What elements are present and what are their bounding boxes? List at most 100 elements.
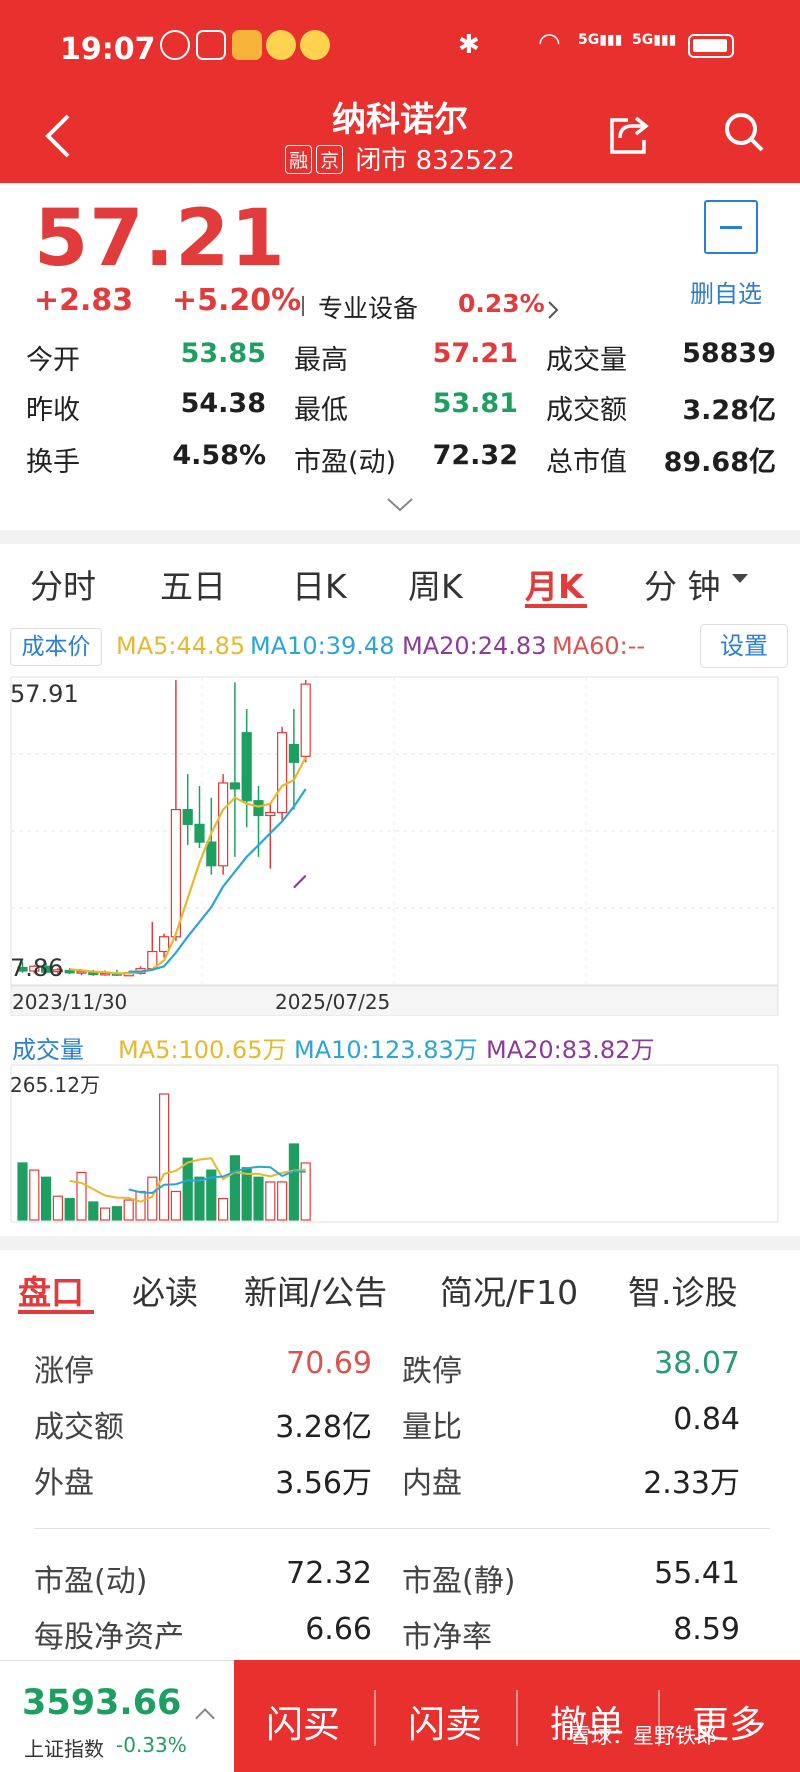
y-max-label: 57.91 bbox=[10, 680, 79, 708]
pankou-value: 3.56万 bbox=[275, 1466, 372, 1501]
volume-bar bbox=[170, 1190, 181, 1221]
remove-favorite-button[interactable] bbox=[704, 200, 758, 254]
search-icon[interactable] bbox=[722, 110, 766, 154]
wifi-icon: ◠ bbox=[538, 28, 561, 58]
volume-bar bbox=[159, 1093, 170, 1221]
bottom-bar: 3593.66 上证指数 -0.33% 闪买 闪卖 撤单 更多 bbox=[0, 1660, 800, 1772]
active-info-tab-indicator bbox=[18, 1310, 94, 1314]
pankou-value: 6.66 bbox=[305, 1612, 372, 1647]
volume-bar bbox=[253, 1176, 264, 1221]
tab-must-read[interactable]: 必读 bbox=[132, 1266, 198, 1314]
clock: 19:07 bbox=[60, 32, 156, 67]
pankou-key: 市盈(静) bbox=[402, 1564, 516, 1599]
pankou-key: 内盘 bbox=[402, 1466, 462, 1501]
quick-sell-button[interactable]: 闪卖 bbox=[408, 1694, 482, 1748]
market-status-code: 闭市 832522 bbox=[355, 146, 515, 176]
candle-body bbox=[206, 841, 217, 867]
volume-bar bbox=[288, 1143, 299, 1221]
pankou-value: 38.07 bbox=[654, 1346, 740, 1381]
pankou-value: 3.28亿 bbox=[275, 1410, 372, 1445]
quick-buy-button[interactable]: 闪买 bbox=[266, 1694, 340, 1748]
cost-price-button[interactable]: 成本价 bbox=[10, 628, 102, 666]
volume-bar bbox=[29, 1169, 40, 1221]
pankou-value: 8.59 bbox=[673, 1612, 740, 1647]
volume-bar bbox=[218, 1198, 229, 1221]
pankou-value: 2.33万 bbox=[643, 1466, 740, 1501]
volume-bar bbox=[135, 1190, 146, 1221]
volume-chart[interactable]: 265.12万 bbox=[10, 1064, 780, 1224]
candlestick-chart[interactable]: 57.91 7.86 2023/11/30 2025/07/25 bbox=[10, 676, 780, 1016]
volume-bar bbox=[111, 1206, 123, 1221]
candle-body bbox=[159, 936, 170, 953]
tab-minute[interactable]: 分 钟 bbox=[644, 560, 721, 608]
battery-icon bbox=[688, 34, 734, 58]
chevron-down-icon[interactable] bbox=[386, 496, 414, 514]
candle-body bbox=[253, 800, 264, 817]
share-icon[interactable] bbox=[606, 112, 650, 156]
price-change-pct: +5.20% bbox=[172, 283, 302, 318]
quote-key: 总市值 bbox=[546, 447, 627, 478]
pankou-key: 每股净资产 bbox=[34, 1620, 184, 1655]
tab-news[interactable]: 新闻/公告 bbox=[244, 1266, 387, 1314]
tab-daily[interactable]: 日K bbox=[292, 560, 347, 608]
index-value: 3593.66 bbox=[22, 1683, 182, 1723]
pankou-value: 0.84 bbox=[673, 1402, 740, 1437]
tab-five-day[interactable]: 五日 bbox=[160, 560, 226, 608]
volume-bar bbox=[241, 1167, 252, 1221]
pankou-value: 55.41 bbox=[654, 1556, 740, 1591]
quote-key: 最高 bbox=[294, 345, 348, 376]
tab-pankou[interactable]: 盘口 bbox=[18, 1266, 84, 1314]
tab-overview[interactable]: 简况/F10 bbox=[440, 1266, 578, 1314]
tab-weekly[interactable]: 周K bbox=[408, 560, 463, 608]
volume-bar bbox=[17, 1162, 28, 1221]
exchange-tag: 京 bbox=[316, 145, 344, 174]
sector-change[interactable]: 0.23% bbox=[458, 289, 545, 318]
volume-bar bbox=[229, 1155, 240, 1221]
chevron-up-icon[interactable] bbox=[195, 1708, 215, 1728]
active-tab-indicator bbox=[525, 604, 587, 608]
quote-value: 58839 bbox=[682, 338, 776, 369]
volume-bar bbox=[64, 1198, 75, 1221]
x-start-label: 2023/11/30 bbox=[12, 990, 127, 1014]
tab-monthly[interactable]: 月K bbox=[525, 560, 584, 608]
volume-bar bbox=[182, 1157, 193, 1221]
volume-bar bbox=[99, 1207, 111, 1221]
pankou-key: 市净率 bbox=[402, 1620, 492, 1655]
chevron-right-icon[interactable] bbox=[546, 300, 560, 320]
quote-value: 4.58% bbox=[172, 440, 266, 471]
index-ticker[interactable]: 3593.66 上证指数 -0.33% bbox=[0, 1660, 234, 1772]
pankou-divider bbox=[34, 1528, 770, 1529]
pankou-key: 成交额 bbox=[34, 1410, 124, 1445]
quote-value: 54.38 bbox=[180, 388, 266, 419]
volume-ma10: MA10:123.83万 bbox=[294, 1036, 478, 1064]
caret-down-icon[interactable] bbox=[732, 574, 748, 584]
pankou-value: 70.69 bbox=[286, 1346, 372, 1381]
tab-diagnosis[interactable]: 智.诊股 bbox=[628, 1266, 738, 1314]
tab-intraday[interactable]: 分时 bbox=[30, 560, 96, 608]
quote-key: 市盈(动) bbox=[294, 447, 397, 478]
candle-body bbox=[265, 811, 276, 817]
candle-body bbox=[64, 969, 75, 974]
quote-value: 53.85 bbox=[180, 338, 266, 369]
quote-key: 今开 bbox=[26, 345, 80, 376]
volume-bar bbox=[123, 1199, 134, 1221]
candle-body bbox=[76, 971, 87, 974]
index-name: 上证指数 bbox=[24, 1737, 104, 1761]
candle-body bbox=[277, 732, 288, 814]
volume-bar bbox=[194, 1176, 205, 1221]
last-price: 57.21 bbox=[34, 194, 286, 284]
volume-label[interactable]: 成交量 bbox=[12, 1030, 84, 1065]
volume-bar bbox=[265, 1181, 276, 1221]
weibo-icon bbox=[266, 30, 296, 60]
app-header: 19:07 ✱ ◠ 5G▮▮▮ 5G▮▮▮ 纳科诺尔 融京 闭市 832522 bbox=[0, 0, 800, 183]
bluetooth-icon: ✱ bbox=[458, 30, 480, 60]
divider-bar bbox=[302, 296, 304, 316]
pankou-key: 量比 bbox=[402, 1410, 462, 1445]
volume-ma20: MA20:83.82万 bbox=[486, 1036, 655, 1064]
ma20-label: MA20:24.83 bbox=[402, 632, 547, 660]
volume-ma5: MA5:100.65万 bbox=[118, 1036, 287, 1064]
candle-body bbox=[241, 732, 252, 802]
remove-favorite-label[interactable]: 删自选 bbox=[690, 274, 762, 309]
settings-button[interactable]: 设置 bbox=[700, 624, 788, 668]
sector-label[interactable]: 专业设备 bbox=[318, 289, 418, 325]
